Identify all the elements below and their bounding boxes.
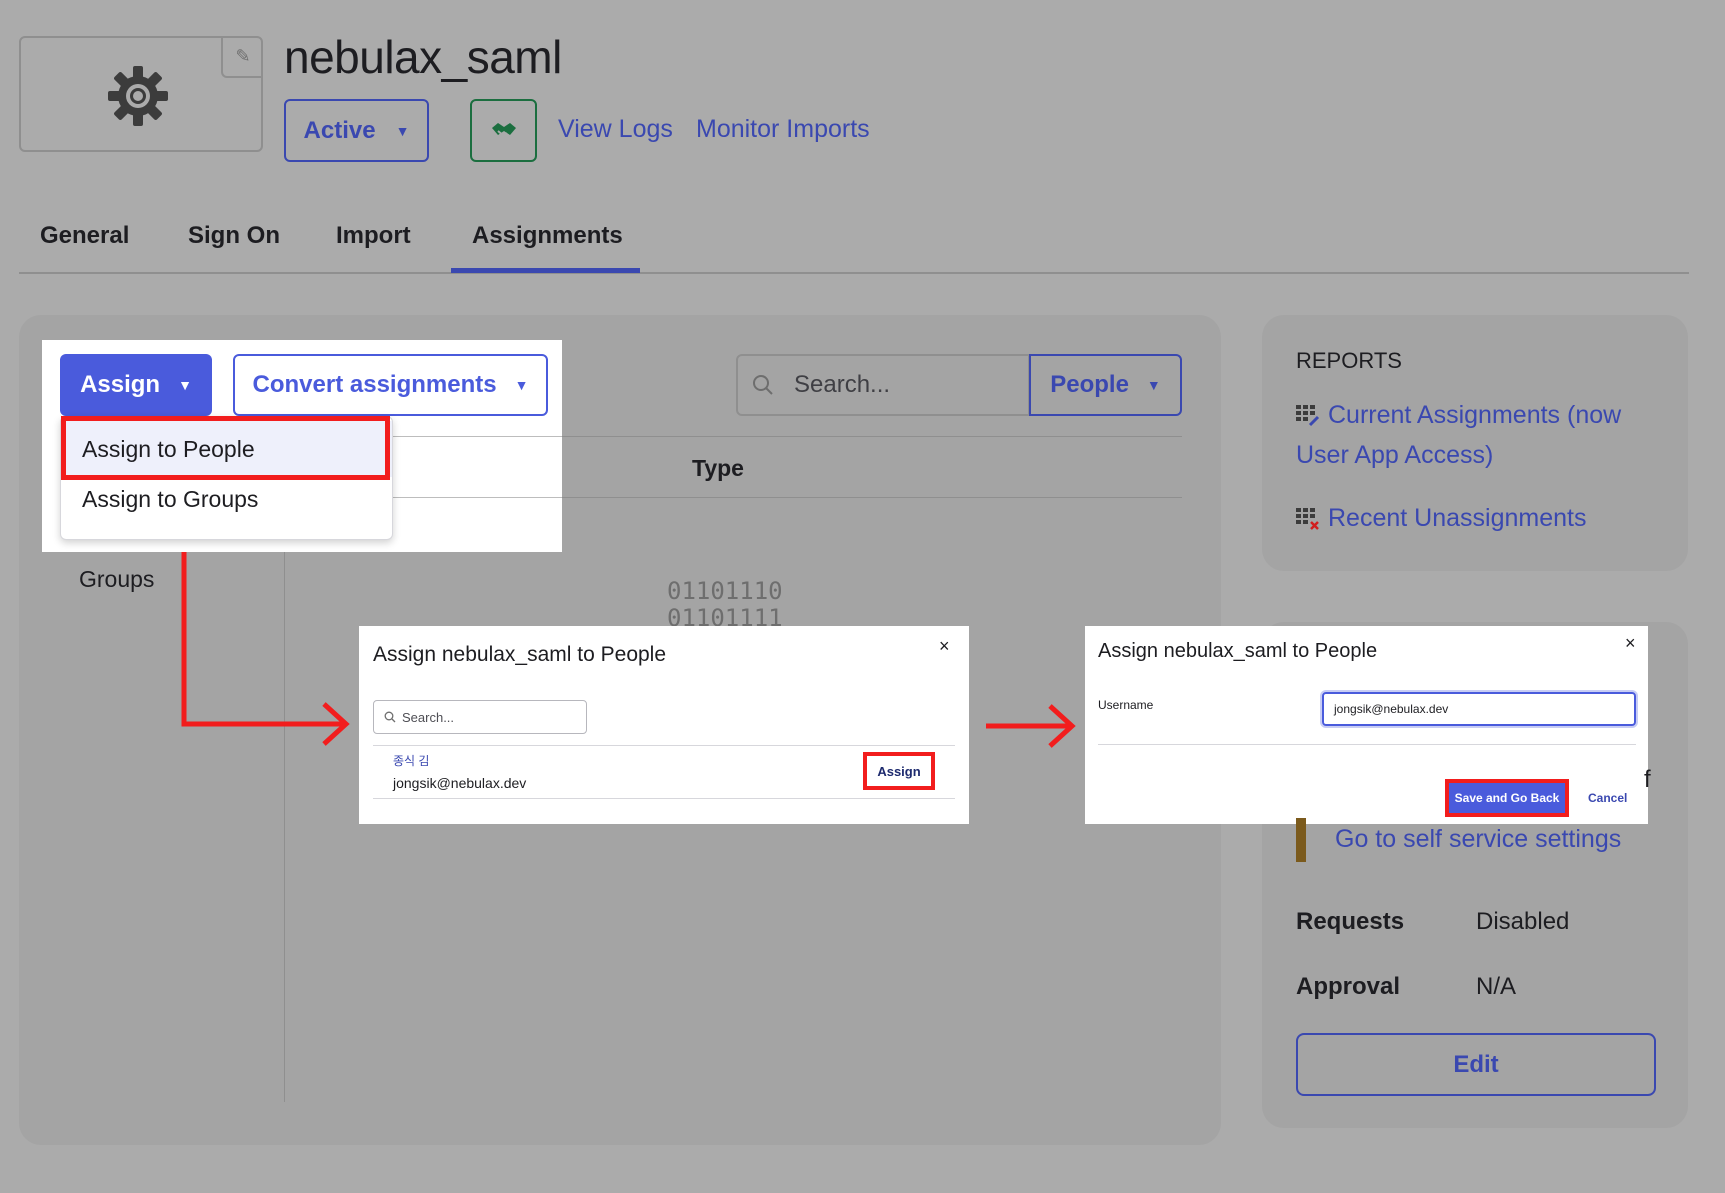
arrow-icon	[986, 704, 1076, 748]
type-column-header: Type	[692, 455, 744, 481]
report-grid-icon	[1296, 405, 1320, 427]
divider	[1098, 744, 1636, 745]
report-grid-x-icon	[1296, 508, 1319, 531]
active-tab-indicator	[451, 268, 640, 273]
divider	[373, 798, 955, 799]
groups-filter-item[interactable]: Groups	[79, 566, 154, 593]
cancel-button[interactable]: Cancel	[1588, 791, 1627, 805]
requests-label: Requests	[1296, 908, 1405, 935]
modal-title: Assign nebulax_saml to People	[1098, 640, 1378, 662]
status-dropdown[interactable]: Active ▼	[284, 99, 429, 162]
recent-unassignments-report-link[interactable]: Recent Unassignments	[1296, 498, 1586, 538]
edit-logo-button[interactable]: ✎	[221, 36, 263, 78]
pencil-icon: ✎	[235, 45, 251, 66]
page-title: nebulax_saml	[284, 31, 562, 83]
modal-search-input[interactable]: Search...	[373, 700, 587, 734]
username-label: Username	[1098, 698, 1154, 712]
monitor-imports-link[interactable]: Monitor Imports	[696, 115, 870, 144]
tab-sign-on[interactable]: Sign On	[188, 222, 280, 250]
report-link-label: Current Assignments (now User App Access…	[1296, 401, 1622, 469]
caret-down-icon: ▼	[514, 377, 529, 393]
edit-button[interactable]: Edit	[1296, 1033, 1656, 1096]
callout-accent-bar	[1296, 818, 1306, 862]
caret-down-icon: ▼	[1146, 377, 1161, 393]
tabs-divider	[19, 272, 1689, 274]
self-service-settings-link[interactable]: Go to self service settings	[1335, 825, 1621, 854]
convert-assignments-button[interactable]: Convert assignments ▼	[233, 354, 548, 416]
table-header-top-border-highlight	[393, 436, 562, 437]
close-icon[interactable]: ×	[1625, 633, 1636, 654]
user-email: jongsik@nebulax.dev	[393, 775, 527, 791]
search-input[interactable]: Search...	[736, 354, 1030, 416]
assign-user-button[interactable]: Assign	[863, 752, 935, 790]
modal-search-placeholder: Search...	[402, 709, 455, 725]
approval-value: N/A	[1476, 973, 1517, 1000]
people-filter-dropdown[interactable]: People ▼	[1029, 354, 1182, 416]
report-link-label: Recent Unassignments	[1328, 504, 1587, 532]
binary-line: 01101110	[667, 577, 783, 605]
view-logs-link[interactable]: View Logs	[558, 115, 673, 144]
assign-people-modal: Assign nebulax_saml to People × Search..…	[359, 626, 969, 824]
convert-assignments-label: Convert assignments	[252, 371, 497, 398]
highlight-frame	[61, 416, 390, 480]
people-filter-label: People	[1050, 371, 1129, 398]
truncated-text: f	[1644, 766, 1651, 793]
handshake-icon	[491, 122, 516, 137]
status-label: Active	[303, 116, 376, 144]
arrow-icon	[181, 552, 350, 746]
username-field[interactable]: jongsik@nebulax.dev	[1322, 692, 1636, 726]
requests-value: Disabled	[1476, 908, 1570, 935]
close-icon[interactable]: ×	[939, 636, 950, 657]
search-placeholder: Search...	[794, 371, 891, 398]
user-display-name: 종식 김	[393, 754, 430, 768]
divider	[373, 745, 955, 746]
tab-general[interactable]: General	[40, 222, 129, 250]
assign-button[interactable]: Assign ▼	[60, 354, 212, 416]
search-icon	[384, 711, 396, 723]
save-and-go-back-button[interactable]: Save and Go Back	[1445, 779, 1569, 817]
assign-button-label: Assign	[80, 371, 161, 398]
modal-title: Assign nebulax_saml to People	[373, 643, 667, 666]
page: ✎ nebulax_saml Active ▼ View Logs Monito…	[0, 0, 1725, 1193]
reports-title: REPORTS	[1296, 348, 1402, 373]
caret-down-icon: ▼	[395, 122, 410, 139]
tab-import[interactable]: Import	[336, 222, 411, 250]
provisioning-button[interactable]	[470, 99, 537, 162]
assign-username-modal: Assign nebulax_saml to People × Username…	[1085, 626, 1648, 824]
empty-state-illustration: 01101110 01101111	[667, 578, 783, 632]
table-header-bottom-border-highlight	[393, 497, 562, 498]
tab-assignments[interactable]: Assignments	[472, 222, 623, 250]
gear-icon	[108, 66, 168, 126]
current-assignments-report-link[interactable]: Current Assignments (now User App Access…	[1296, 395, 1666, 475]
caret-down-icon: ▼	[178, 377, 192, 393]
search-icon	[753, 375, 773, 395]
approval-label: Approval	[1296, 973, 1401, 1000]
